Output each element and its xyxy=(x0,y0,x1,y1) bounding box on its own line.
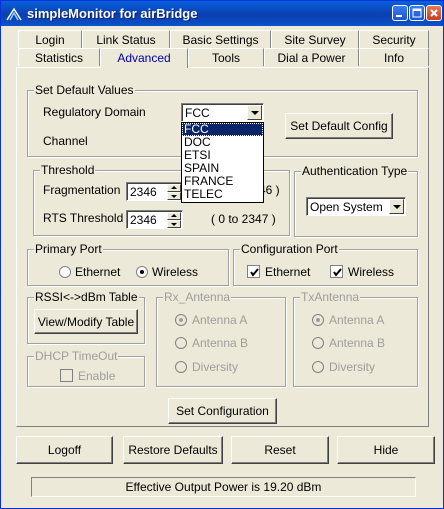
spin-down-icon[interactable] xyxy=(167,220,181,228)
tab-info[interactable]: Info xyxy=(359,48,429,66)
rx-antenna-a-radio[interactable] xyxy=(175,314,187,326)
primary-port-group: Primary Port xyxy=(27,242,229,286)
fragmentation-value: 2346 xyxy=(130,185,157,199)
status-bar: Effective Output Power is 19.20 dBm xyxy=(31,477,416,497)
rx-antenna-a-label: Antenna A xyxy=(192,313,248,327)
title-bar[interactable]: simpleMonitor for airBridge xyxy=(1,1,443,26)
checkmark-icon xyxy=(250,268,259,277)
regulatory-domain-label: Regulatory Domain xyxy=(43,105,146,119)
logoff-button[interactable]: Logoff xyxy=(16,436,113,464)
regulatory-domain-dropdown: FCC DOC ETSI SPAIN FRANCE TELEC xyxy=(181,122,264,203)
maximize-button[interactable] xyxy=(409,5,425,21)
reset-button[interactable]: Reset xyxy=(231,436,329,464)
tab-basic-settings[interactable]: Basic Settings xyxy=(170,30,271,48)
dropdown-option-telec[interactable]: TELEC xyxy=(182,188,263,201)
rts-threshold-spinner[interactable]: 2346 xyxy=(126,210,183,229)
primary-port-ethernet-label: Ethernet xyxy=(75,265,121,279)
tx-diversity-label: Diversity xyxy=(329,360,376,374)
rssi-table-title: RSSI<->dBm Table xyxy=(34,290,139,304)
rx-diversity-label: Diversity xyxy=(192,360,239,374)
window-title: simpleMonitor for airBridge xyxy=(27,6,198,21)
chevron-down-icon[interactable] xyxy=(247,105,262,120)
channel-label: Channel xyxy=(43,134,88,148)
set-default-values-title: Set Default Values xyxy=(34,83,135,97)
rts-threshold-value: 2346 xyxy=(130,213,157,227)
config-port-ethernet-checkbox[interactable] xyxy=(247,265,260,278)
primary-port-wireless-radio[interactable] xyxy=(136,266,148,278)
minimize-button[interactable] xyxy=(392,5,408,21)
spin-down-icon[interactable] xyxy=(167,192,181,200)
tab-login[interactable]: Login xyxy=(18,30,82,48)
tab-statistics[interactable]: Statistics xyxy=(18,48,100,66)
configuration-port-title: Configuration Port xyxy=(240,242,339,256)
set-configuration-button[interactable]: Set Configuration xyxy=(168,398,277,424)
primary-port-title: Primary Port xyxy=(34,242,103,256)
set-default-config-button[interactable]: Set Default Config xyxy=(285,113,393,139)
main-window: simpleMonitor for airBridge Login Link S… xyxy=(0,0,444,509)
dhcp-timeout-title: DHCP TimeOut xyxy=(34,349,119,363)
tab-advanced[interactable]: Advanced xyxy=(100,48,188,68)
dhcp-enable-checkbox[interactable] xyxy=(60,369,73,382)
authentication-type-value: Open System xyxy=(310,200,383,214)
regulatory-domain-select[interactable]: FCC xyxy=(181,103,264,122)
threshold-title: Threshold xyxy=(40,163,96,177)
chevron-down-icon[interactable] xyxy=(389,199,404,214)
tx-antenna-a-radio[interactable] xyxy=(312,314,324,326)
rx-diversity-radio[interactable] xyxy=(175,361,187,373)
config-port-wireless-checkbox[interactable] xyxy=(330,265,343,278)
tx-antenna-title: TxAntenna xyxy=(300,290,361,304)
tab-site-survey[interactable]: Site Survey xyxy=(271,30,359,48)
rts-threshold-label: RTS Threshold xyxy=(43,211,124,225)
config-port-wireless-label: Wireless xyxy=(348,265,395,279)
tx-antenna-b-label: Antenna B xyxy=(329,336,386,350)
tx-antenna-a-label: Antenna A xyxy=(329,313,385,327)
rts-range: ( 0 to 2347 ) xyxy=(211,212,276,226)
tab-link-status[interactable]: Link Status xyxy=(82,30,170,48)
spin-up-icon[interactable] xyxy=(167,212,181,220)
fragmentation-label: Fragmentation xyxy=(43,183,121,197)
hide-button[interactable]: Hide xyxy=(337,436,435,464)
restore-defaults-button[interactable]: Restore Defaults xyxy=(123,436,223,464)
spin-up-icon[interactable] xyxy=(167,184,181,192)
rx-antenna-title: Rx_Antenna xyxy=(163,290,232,304)
tab-security[interactable]: Security xyxy=(359,30,429,48)
close-button[interactable] xyxy=(426,5,442,21)
authentication-type-select[interactable]: Open System xyxy=(306,197,406,216)
primary-port-ethernet-radio[interactable] xyxy=(59,266,71,278)
checkmark-icon xyxy=(333,268,342,277)
rx-antenna-b-label: Antenna B xyxy=(192,336,249,350)
close-icon xyxy=(430,9,438,17)
fragmentation-spinner[interactable]: 2346 xyxy=(126,182,183,201)
regulatory-domain-value: FCC xyxy=(185,106,210,120)
dhcp-enable-label: Enable xyxy=(78,369,116,383)
app-antenna-icon xyxy=(6,7,22,21)
authentication-type-title: Authentication Type xyxy=(301,164,409,178)
view-modify-table-button[interactable]: View/Modify Table xyxy=(34,309,138,334)
tx-diversity-radio[interactable] xyxy=(312,361,324,373)
rx-antenna-b-radio[interactable] xyxy=(175,337,187,349)
tab-tools[interactable]: Tools xyxy=(188,48,264,66)
minimize-icon xyxy=(396,15,402,17)
primary-port-wireless-label: Wireless xyxy=(152,265,199,279)
tx-antenna-b-radio[interactable] xyxy=(312,337,324,349)
tab-dial-a-power[interactable]: Dial a Power xyxy=(264,48,359,66)
config-port-ethernet-label: Ethernet xyxy=(265,265,311,279)
maximize-icon xyxy=(412,8,422,18)
